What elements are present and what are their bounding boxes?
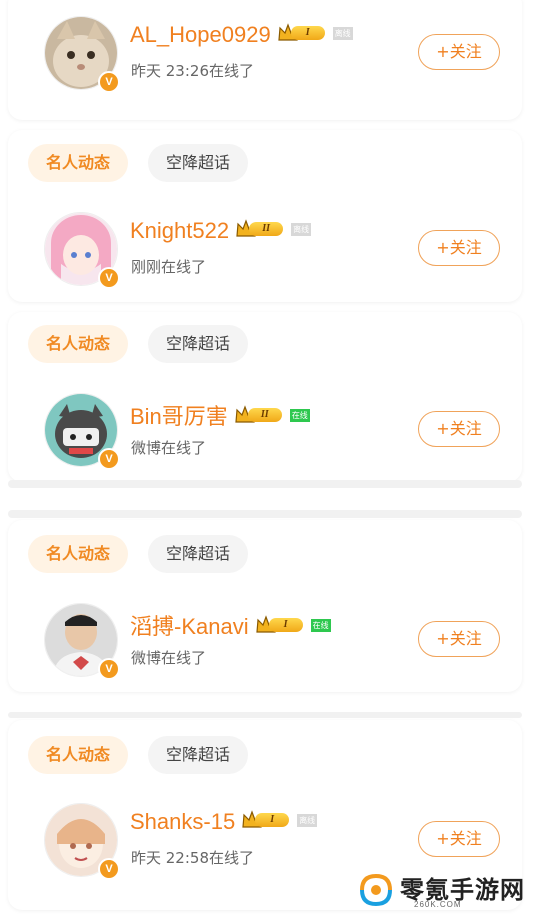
username-text[interactable]: 滔搏-Kanavi [130,614,249,639]
crown-level-icon: I [277,22,327,44]
username-text[interactable]: AL_Hope0929 [130,22,271,47]
follow-button[interactable]: +关注 [418,230,500,266]
user-row[interactable]: V AL_Hope0929 I 离线 昨天 23:26在线了 +关注 [0,16,539,96]
verified-badge: V [98,71,120,93]
user-row[interactable]: V Knight522 II 离线 刚刚在线了 +关注 [0,212,539,292]
crown-level-icon: I [241,809,291,831]
crown-level-icon: II [234,404,284,426]
celebrity-news-tag[interactable]: 名人动态 [28,144,129,182]
verified-badge: V [98,267,120,289]
status-badge: 在线 [310,618,331,632]
username[interactable]: 滔搏-Kanavi I 在线 [130,609,331,641]
level-label: I [268,618,303,633]
follow-button[interactable]: +关注 [418,821,500,857]
watermark-url: 260K.COM [414,900,462,909]
user-row[interactable]: V Bin哥厉害 II 在线 微博在线了 +关注 [0,393,539,473]
celebrity-news-tag[interactable]: 名人动态 [28,535,129,573]
card-separator [8,712,522,718]
username[interactable]: Shanks-15 I 离线 [130,809,318,835]
status-badge: 离线 [297,813,318,827]
follow-button[interactable]: +关注 [418,621,500,657]
crown-level-icon: I [255,614,305,636]
last-online-text: 昨天 22:58在线了 [131,849,254,867]
username[interactable]: Bin哥厉害 II 在线 [130,399,310,431]
super-topic-tag[interactable]: 空降超话 [148,535,249,573]
status-badge: 离线 [332,26,353,40]
verified-badge: V [98,858,120,880]
last-online-text: 昨天 23:26在线了 [131,62,254,80]
super-topic-tag[interactable]: 空降超话 [148,144,249,182]
verified-badge: V [98,658,120,680]
super-topic-tag[interactable]: 空降超话 [148,325,249,363]
last-online-text: 微博在线了 [131,439,207,457]
super-topic-tag[interactable]: 空降超话 [148,736,249,774]
card-separator [8,510,522,518]
level-label: I [255,813,290,828]
level-label: I [290,26,325,41]
crown-level-icon: II [235,218,285,240]
follow-button[interactable]: +关注 [418,34,500,70]
last-online-text: 刚刚在线了 [131,258,207,276]
celebrity-news-tag[interactable]: 名人动态 [28,736,129,774]
follow-button[interactable]: +关注 [418,411,500,447]
username-text[interactable]: Shanks-15 [130,809,235,834]
status-badge: 离线 [291,222,312,236]
last-online-text: 微博在线了 [131,649,207,667]
level-label: II [247,408,282,423]
celebrity-news-tag[interactable]: 名人动态 [28,325,129,363]
username[interactable]: AL_Hope0929 I 离线 [130,22,353,48]
watermark-logo-icon [360,873,392,907]
username-text[interactable]: Bin哥厉害 [130,404,228,429]
username-text[interactable]: Knight522 [130,218,229,243]
verified-badge: V [98,448,120,470]
card-separator [8,480,522,488]
username[interactable]: Knight522 II 离线 [130,218,312,244]
site-watermark: 零氪手游网 260K.COM [356,870,536,910]
status-badge: 在线 [289,408,310,422]
user-row[interactable]: V 滔搏-Kanavi I 在线 微博在线了 +关注 [0,603,539,683]
level-label: II [249,222,284,237]
